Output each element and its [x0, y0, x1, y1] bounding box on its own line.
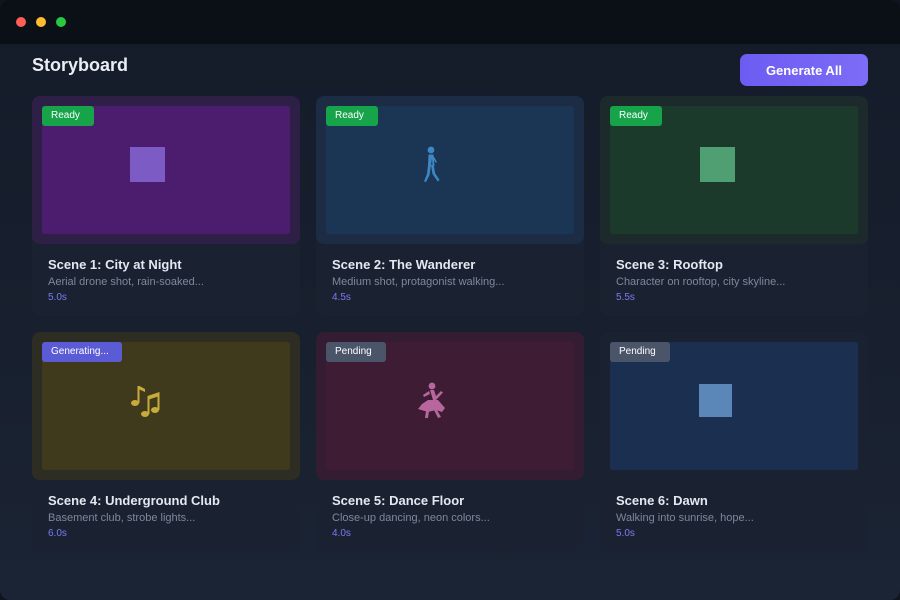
scene-description: Aerial drone shot, rain-soaked... — [48, 276, 204, 288]
scene-title: Scene 1: City at Night — [48, 257, 182, 272]
app-window: Storyboard Generate All Ready Scene 1: C… — [0, 0, 900, 600]
dancer-icon — [418, 382, 445, 418]
scene-duration: 6.0s — [48, 528, 67, 539]
title-bar — [0, 0, 900, 44]
status-badge: Ready — [42, 106, 94, 126]
status-badge: Ready — [326, 106, 378, 126]
scene-title: Scene 2: The Wanderer — [332, 257, 476, 272]
scene-duration: 4.5s — [332, 292, 351, 303]
scene-description: Character on rooftop, city skyline... — [616, 276, 786, 288]
scene-duration: 5.0s — [48, 292, 67, 303]
generate-all-button[interactable]: Generate All — [740, 54, 868, 86]
placeholder-square-icon — [699, 384, 732, 417]
scene-card-1[interactable]: Ready Scene 1: City at Night Aerial dron… — [32, 96, 300, 316]
scene-card-2[interactable]: Ready Scene 2: The Wanderer Medium shot,… — [316, 96, 584, 316]
status-badge: Generating... — [42, 342, 122, 362]
scene-card-4[interactable]: Generating... Scene 4: Underground Club … — [32, 332, 300, 552]
placeholder-square-icon — [700, 147, 735, 182]
scene-description: Close-up dancing, neon colors... — [332, 512, 490, 524]
scene-title: Scene 3: Rooftop — [616, 257, 723, 272]
status-badge: Pending — [326, 342, 386, 362]
scene-duration: 5.5s — [616, 292, 635, 303]
scene-card-3[interactable]: Ready Scene 3: Rooftop Character on roof… — [600, 96, 868, 316]
status-badge: Ready — [610, 106, 662, 126]
scene-title: Scene 5: Dance Floor — [332, 493, 465, 508]
status-badge: Pending — [610, 342, 670, 362]
scene-card-6[interactable]: Pending Scene 6: Dawn Walking into sunri… — [600, 332, 868, 552]
minimize-window-button[interactable] — [36, 17, 46, 27]
scene-description: Medium shot, protagonist walking... — [332, 276, 505, 288]
scene-description: Basement club, strobe lights... — [48, 512, 196, 524]
placeholder-square-icon — [130, 147, 165, 182]
close-window-button[interactable] — [16, 17, 26, 27]
scene-description: Walking into sunrise, hope... — [616, 512, 754, 524]
scene-title: Scene 4: Underground Club — [48, 493, 220, 508]
scene-duration: 5.0s — [616, 528, 635, 539]
walking-person-icon — [424, 146, 440, 182]
page-title: Storyboard — [32, 55, 129, 75]
maximize-window-button[interactable] — [56, 17, 66, 27]
scene-title: Scene 6: Dawn — [616, 493, 708, 508]
scene-duration: 4.0s — [332, 528, 351, 539]
scene-card-5[interactable]: Pending Scene 5: Dance Floor Close-up da… — [316, 332, 584, 552]
music-notes-icon — [131, 386, 160, 417]
